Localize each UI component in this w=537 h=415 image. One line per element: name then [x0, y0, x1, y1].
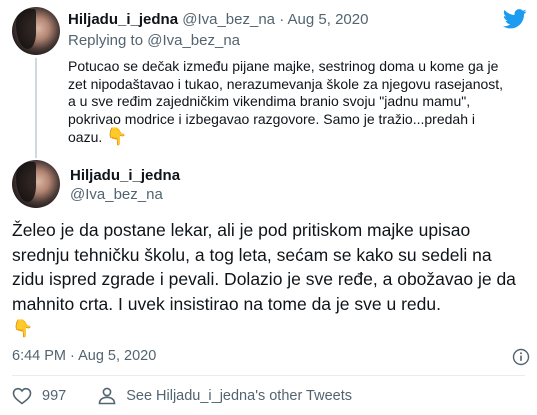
tweet-header: Hiljadu_i_jedna @Iva_bez_na: [70, 167, 180, 205]
other-tweets-label: See Hiljadu_i_jedna's other Tweets: [126, 388, 352, 404]
thread-connector: [35, 58, 37, 158]
pointing-down-emoji: 👇: [106, 127, 128, 146]
user-handle[interactable]: @Iva_bez_na: [70, 185, 180, 205]
other-tweets-link[interactable]: See Hiljadu_i_jedna's other Tweets: [66, 387, 352, 405]
display-name[interactable]: Hiljadu_i_jedna: [68, 11, 178, 28]
heart-icon: [12, 387, 32, 405]
replying-handle-link[interactable]: @Iva_bez_na: [147, 32, 240, 49]
separator-dot: ·: [279, 11, 285, 28]
replying-to: Replying to @Iva_bez_na: [68, 32, 240, 49]
tweet-text: Želeo je da postane lekar, ali je pod pr…: [12, 218, 527, 342]
person-icon: [98, 387, 116, 405]
divider: [12, 375, 525, 376]
tweet-header: Hiljadu_i_jedna @Iva_bez_na · Aug 5, 202…: [68, 11, 368, 28]
tweet-body: Potucao se dečak između pijane majke, se…: [68, 58, 504, 145]
tweet-actions: 997 See Hiljadu_i_jedna's other Tweets: [12, 387, 352, 405]
display-name[interactable]: Hiljadu_i_jedna: [70, 167, 180, 185]
tweet-text: Potucao se dečak između pijane majke, se…: [68, 58, 508, 147]
tweet-timestamp[interactable]: 6:44 PM · Aug 5, 2020: [12, 348, 156, 364]
parent-tweet: Hiljadu_i_jedna @Iva_bez_na · Aug 5, 202…: [0, 0, 537, 158]
user-handle[interactable]: @Iva_bez_na: [182, 11, 275, 28]
tweet-date[interactable]: Aug 5, 2020: [288, 11, 369, 28]
avatar[interactable]: [12, 7, 60, 55]
tweet-body: Želeo je da postane lekar, ali je pod pr…: [12, 220, 516, 314]
replying-prefix: Replying to: [68, 32, 144, 49]
pointing-down-emoji: 👇: [12, 319, 34, 338]
info-icon[interactable]: [512, 348, 530, 366]
like-count: 997: [42, 388, 67, 404]
like-button[interactable]: 997: [12, 387, 66, 405]
avatar[interactable]: [12, 160, 60, 208]
twitter-bird-icon[interactable]: [503, 9, 527, 29]
